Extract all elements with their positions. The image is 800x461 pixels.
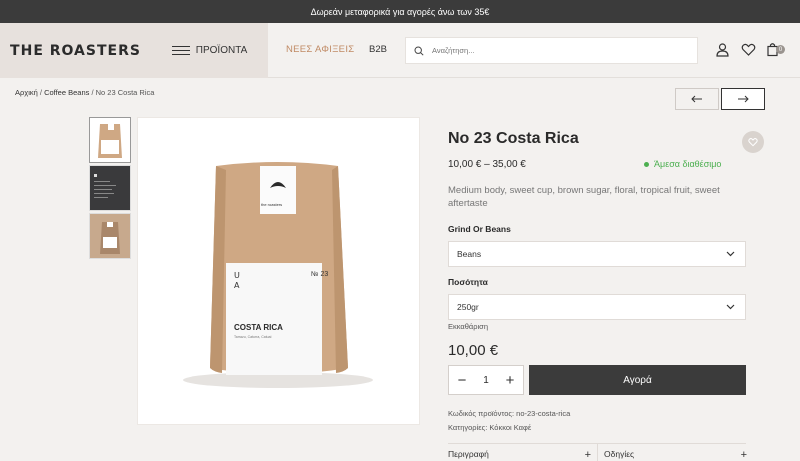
site-header: THE ROASTERS ΠΡΟΪΟΝΤΑ ΝΕΕΣ ΑΦΙΞΕΙΣ B2B 0 — [0, 23, 800, 78]
breadcrumb-home[interactable]: Αρχική — [15, 88, 38, 97]
previous-product-button[interactable] — [675, 88, 719, 110]
quantity-variant-value: 250gr — [457, 302, 479, 312]
wishlist-icon[interactable] — [741, 42, 757, 58]
add-to-cart-button[interactable]: Αγορά — [529, 365, 746, 395]
increase-quantity-button[interactable]: + — [503, 372, 517, 389]
tab-instructions-label: Οδηγίες — [604, 449, 635, 459]
bag-subtitle-label: Tarrazu, Caturra, Catuai — [234, 335, 272, 339]
product-price: 10,00 € — [448, 342, 499, 359]
quantity-variant-select[interactable]: 250gr — [448, 294, 746, 320]
product-main-image[interactable]: U A the roasters № 23 COSTA RICA Tarrazu… — [137, 117, 420, 425]
breadcrumb-category[interactable]: Coffee Beans — [44, 88, 89, 97]
gallery-thumbnail[interactable] — [89, 213, 131, 259]
search-icon — [414, 45, 424, 56]
price-range: 10,00 € – 35,00 € — [448, 159, 526, 170]
products-menu-button[interactable]: ΠΡΟΪΟΝΤΑ — [151, 23, 268, 78]
tabs-separator — [597, 444, 598, 461]
quantity-variant-label: Ποσότητα — [448, 277, 488, 287]
product-categories: Κατηγορίες: Κόκκοι Καφέ — [448, 423, 532, 432]
breadcrumb: Αρχική / Coffee Beans / No 23 Costa Rica — [15, 88, 154, 97]
product-sku: Κωδικός προϊόντος: no-23-costa-rica — [448, 409, 571, 418]
account-icon[interactable] — [715, 42, 731, 58]
stock-status: Άμεσα διαθέσιμο — [644, 159, 721, 169]
stock-dot-icon — [644, 161, 649, 167]
grind-label: Grind Or Beans — [448, 224, 511, 234]
gallery-thumbnail[interactable] — [89, 165, 131, 211]
svg-text:A: A — [234, 281, 240, 290]
grind-select[interactable]: Beans — [448, 241, 746, 267]
bag-brand-label: the roasters — [261, 202, 283, 207]
announcement-text: Δωρεάν μεταφορικά για αγορές άνω των 35€ — [310, 6, 490, 17]
bag-name-label: COSTA RICA — [234, 323, 283, 332]
plus-icon: + — [584, 449, 591, 461]
cart-icon[interactable]: 0 — [767, 42, 785, 58]
cart-count-badge: 0 — [776, 45, 785, 54]
arrow-left-icon — [691, 95, 702, 103]
svg-text:U: U — [234, 271, 240, 280]
quantity-stepper: − 1 + — [448, 365, 524, 395]
add-to-wishlist-button[interactable] — [742, 131, 764, 153]
breadcrumb-current: No 23 Costa Rica — [95, 88, 155, 97]
tab-description-label: Περιγραφή — [448, 449, 489, 459]
announcement-bar: Δωρεάν μεταφορικά για αγορές άνω των 35€ — [0, 0, 800, 23]
bag-number-label: № 23 — [311, 271, 329, 278]
nav-b2b[interactable]: B2B — [369, 44, 387, 55]
quantity-value[interactable]: 1 — [483, 375, 489, 386]
hamburger-icon — [171, 46, 190, 55]
clear-selection-link[interactable]: Εκκαθάριση — [448, 322, 488, 331]
chevron-down-icon — [726, 304, 735, 310]
grind-select-value: Beans — [457, 249, 482, 259]
site-logo[interactable]: THE ROASTERS — [0, 23, 151, 78]
gallery-thumbnail[interactable] — [89, 117, 131, 163]
tab-instructions[interactable]: Οδηγίες + — [604, 449, 747, 461]
stock-status-label: Άμεσα διαθέσιμο — [654, 159, 722, 169]
decrease-quantity-button[interactable]: − — [455, 372, 469, 389]
chevron-down-icon — [726, 251, 735, 257]
plus-icon: + — [740, 449, 747, 461]
tab-description[interactable]: Περιγραφή + — [448, 449, 591, 461]
product-short-description: Medium body, sweet cup, brown sugar, flo… — [448, 185, 720, 209]
next-product-button[interactable] — [721, 88, 765, 110]
arrow-right-icon — [738, 95, 749, 103]
products-menu-label: ΠΡΟΪΟΝΤΑ — [195, 45, 248, 56]
product-title: No 23 Costa Rica — [448, 130, 579, 147]
nav-new-arrivals[interactable]: ΝΕΕΣ ΑΦΙΞΕΙΣ — [286, 44, 354, 55]
search-input[interactable] — [432, 46, 682, 55]
search-box[interactable] — [405, 37, 698, 64]
heart-icon — [748, 138, 758, 147]
